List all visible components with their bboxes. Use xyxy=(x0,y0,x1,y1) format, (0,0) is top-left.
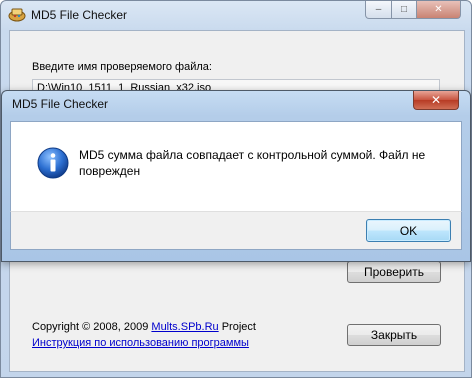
close-window-button[interactable]: ✕ xyxy=(416,1,461,19)
close-icon: ✕ xyxy=(430,93,442,107)
copyright-suffix: Project xyxy=(218,321,256,333)
close-icon: ✕ xyxy=(434,4,443,15)
maximize-button[interactable]: □ xyxy=(391,1,417,19)
ok-button[interactable]: OK xyxy=(366,219,451,242)
dialog-close-button[interactable]: ✕ xyxy=(413,91,459,110)
app-icon xyxy=(8,8,26,22)
minimize-button[interactable]: – xyxy=(365,1,392,19)
minimize-icon: – xyxy=(375,4,382,15)
project-link[interactable]: Mults.SPb.Ru xyxy=(151,321,218,333)
dialog-message: MD5 сумма файла совпадает с контрольной … xyxy=(79,148,426,178)
main-titlebar[interactable]: MD5 File Checker – □ ✕ xyxy=(1,1,471,29)
message-dialog: MD5 File Checker ✕ MD5 сумма файла совпа… xyxy=(1,90,471,262)
help-link[interactable]: Инструкция по использованию программы xyxy=(32,337,249,349)
window-title: MD5 File Checker xyxy=(31,8,128,22)
close-button[interactable]: Закрыть xyxy=(347,324,441,346)
dialog-footer: OK xyxy=(10,211,462,250)
maximize-icon: □ xyxy=(400,4,408,15)
copyright-text: Copyright © 2008, 2009 Mults.SPb.Ru Proj… xyxy=(32,321,256,333)
dialog-body: MD5 сумма файла совпадает с контрольной … xyxy=(10,121,462,212)
copyright-prefix: Copyright © 2008, 2009 xyxy=(32,321,152,333)
dialog-title: MD5 File Checker xyxy=(12,97,109,111)
verify-button[interactable]: Проверить xyxy=(347,261,441,283)
info-icon xyxy=(37,147,69,179)
file-name-label: Введите имя проверяемого файла: xyxy=(32,61,212,73)
